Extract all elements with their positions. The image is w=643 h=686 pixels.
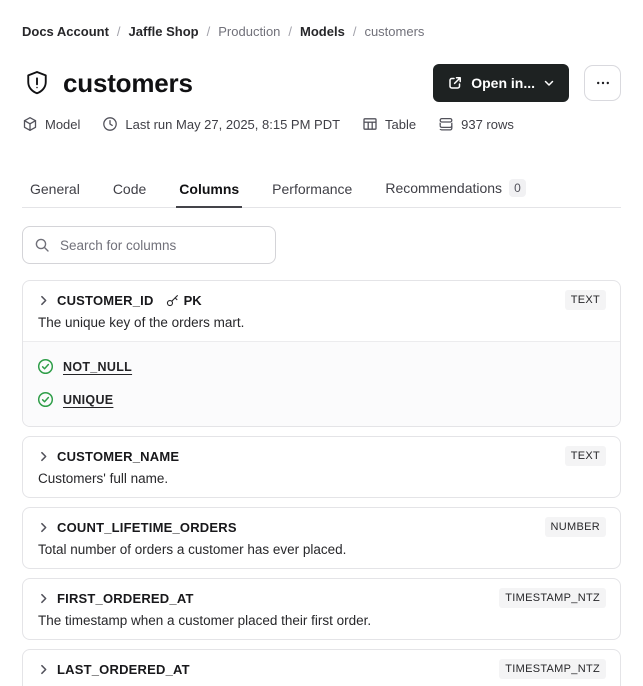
chevron-right-icon[interactable] xyxy=(37,592,50,605)
page-title: customers xyxy=(63,67,193,98)
column-name: COUNT_LIFETIME_ORDERS xyxy=(57,519,237,535)
column-tests: NOT_NULL UNIQUE xyxy=(23,341,620,426)
column-card-first-ordered-at: FIRST_ORDERED_AT TIMESTAMP_NTZ The times… xyxy=(22,578,621,640)
chevron-right-icon[interactable] xyxy=(37,450,50,463)
pk-label: PK xyxy=(183,292,202,308)
meta-materialization-label: Table xyxy=(385,116,417,132)
column-card-count-lifetime-orders: COUNT_LIFETIME_ORDERS NUMBER Total numbe… xyxy=(22,507,621,569)
model-shield-icon xyxy=(22,68,52,98)
key-icon xyxy=(165,293,180,308)
column-name: CUSTOMER_NAME xyxy=(57,448,180,464)
breadcrumb-item-jaffle-shop[interactable]: Jaffle Shop xyxy=(129,24,199,39)
column-description: Customers' full name. xyxy=(38,471,169,486)
column-name: FIRST_ORDERED_AT xyxy=(57,590,194,606)
primary-key-indicator: PK xyxy=(165,293,202,308)
breadcrumb: Docs Account / Jaffle Shop / Production … xyxy=(22,24,621,39)
column-description: The timestamp when a customer placed the… xyxy=(38,613,372,628)
column-type-badge: NUMBER xyxy=(544,517,606,537)
chevron-right-icon[interactable] xyxy=(37,294,50,307)
breadcrumb-item-models[interactable]: Models xyxy=(300,24,345,39)
ellipsis-icon xyxy=(595,75,611,91)
tab-general[interactable]: General xyxy=(27,181,83,208)
chevron-down-icon xyxy=(543,77,555,89)
column-card-customer-name: CUSTOMER_NAME TEXT Customers' full name. xyxy=(22,436,621,498)
meta-resource-type-label: Model xyxy=(45,116,81,132)
meta-last-run-label: Last run May 27, 2025, 8:15 PM PDT xyxy=(125,116,341,132)
check-circle-icon xyxy=(37,391,54,408)
clock-icon xyxy=(102,116,118,132)
breadcrumb-item-customers: customers xyxy=(364,24,425,39)
columns-list: CUSTOMER_ID PK TEXT The unique key of th… xyxy=(22,280,621,686)
rows-stack-icon xyxy=(438,116,454,132)
tab-columns[interactable]: Columns xyxy=(176,181,243,208)
breadcrumb-separator: / xyxy=(116,24,121,39)
chevron-right-icon[interactable] xyxy=(37,663,50,676)
meta-materialization: Table xyxy=(362,116,416,132)
breadcrumb-item-docs-account[interactable]: Docs Account xyxy=(22,24,109,39)
column-type-badge: TEXT xyxy=(564,446,606,466)
column-type-badge: TEXT xyxy=(564,290,606,310)
column-card-customer-id: CUSTOMER_ID PK TEXT The unique key of th… xyxy=(22,280,621,427)
tab-bar: General Code Columns Performance Recomme… xyxy=(22,179,621,208)
breadcrumb-separator: / xyxy=(206,24,211,39)
test-link-unique[interactable]: UNIQUE xyxy=(63,393,113,407)
tab-performance[interactable]: Performance xyxy=(269,181,355,208)
meta-row-count: 937 rows xyxy=(438,116,514,132)
more-options-button[interactable] xyxy=(584,65,621,101)
test-link-not-null[interactable]: NOT_NULL xyxy=(63,360,132,374)
breadcrumb-separator: / xyxy=(288,24,293,39)
meta-row-count-label: 937 rows xyxy=(461,116,514,132)
table-icon xyxy=(362,116,378,132)
breadcrumb-separator: / xyxy=(352,24,357,39)
open-in-label: Open in... xyxy=(471,75,535,91)
search-icon xyxy=(34,237,50,253)
column-description: The unique key of the orders mart. xyxy=(38,315,245,330)
search-input[interactable] xyxy=(22,226,276,264)
model-meta-row: Model Last run May 27, 2025, 8:15 PM PDT… xyxy=(22,116,621,132)
test-row: UNIQUE xyxy=(37,383,606,416)
tab-code[interactable]: Code xyxy=(110,181,149,208)
page-header: customers Open in... xyxy=(22,64,621,102)
column-search xyxy=(22,226,276,264)
tab-recommendations[interactable]: Recommendations 0 xyxy=(382,179,528,208)
column-type-badge: TIMESTAMP_NTZ xyxy=(499,588,606,608)
meta-last-run: Last run May 27, 2025, 8:15 PM PDT xyxy=(102,116,340,132)
cube-icon xyxy=(22,116,38,132)
check-circle-icon xyxy=(37,358,54,375)
column-description: Total number of orders a customer has ev… xyxy=(38,542,347,557)
open-in-button[interactable]: Open in... xyxy=(433,64,569,102)
breadcrumb-item-production[interactable]: Production xyxy=(218,24,280,39)
column-type-badge: TIMESTAMP_NTZ xyxy=(499,659,606,679)
column-name: LAST_ORDERED_AT xyxy=(57,661,190,677)
meta-resource-type: Model xyxy=(22,116,80,132)
column-name: CUSTOMER_ID xyxy=(57,292,154,308)
column-card-last-ordered-at: LAST_ORDERED_AT TIMESTAMP_NTZ The timest… xyxy=(22,649,621,686)
recommendations-count-badge: 0 xyxy=(509,179,526,197)
test-row: NOT_NULL xyxy=(37,350,606,383)
external-link-icon xyxy=(447,75,463,91)
chevron-right-icon[interactable] xyxy=(37,521,50,534)
